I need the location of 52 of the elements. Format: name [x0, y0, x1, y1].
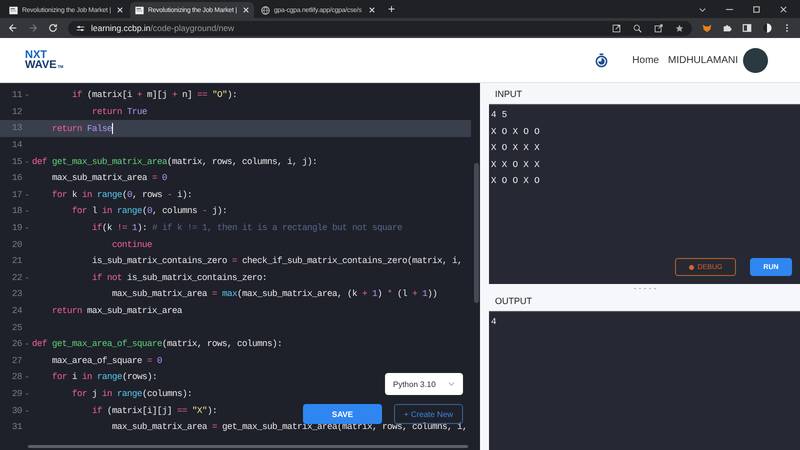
code-line: def get_max_sub_matrix_area(matrix, rows, columns, i, j):	[32, 156, 318, 167]
logo-text: WAVE	[25, 60, 57, 70]
code-line: if not is_sub_matrix_contains_zero:	[91, 272, 268, 283]
line-number: 20	[10, 240, 22, 250]
panel-title: OUTPUT	[494, 295, 533, 308]
address-bar[interactable]: learning.ccbp.in/code-playground/new	[68, 20, 692, 36]
logo-text: NXT	[25, 50, 47, 60]
code-line: for i in range(rows):	[51, 372, 158, 382]
line-number: 14	[10, 140, 22, 150]
panel-title: INPUT	[494, 88, 523, 101]
line-number: 23	[10, 289, 22, 300]
create-new-button[interactable]: + Create New	[394, 404, 463, 424]
new-tab-button[interactable]: +	[382, 2, 402, 16]
nav-link[interactable]: Home	[632, 54, 659, 66]
line-number: 26	[10, 339, 22, 350]
code-line: for j in range(columns):	[71, 388, 192, 399]
code-line: return True	[91, 106, 148, 117]
line-number: 12	[10, 106, 22, 117]
line-number: 25	[10, 322, 22, 333]
line-number: 24	[10, 306, 22, 316]
user-name[interactable]: MIDHULAMANI	[668, 54, 738, 66]
code-line: if (matrix[i + m][j + n] == "O"):	[71, 90, 238, 100]
code-line: max_area_of_square = 0	[51, 356, 162, 366]
code-line: for k in range(0, rows - i):	[51, 190, 192, 200]
code-line: for l in range(0, columns - j):	[71, 206, 228, 216]
line-number: 30	[10, 406, 22, 416]
line-number: 17	[10, 190, 22, 200]
line-number: 27	[10, 356, 22, 366]
code-line: return False	[51, 122, 114, 134]
line-number: 29	[10, 388, 22, 399]
code-line: max_sub_matrix_area = 0	[51, 173, 168, 184]
line-number: 11	[10, 90, 22, 100]
code-line: is_sub_matrix_contains_zero = check_if_sub_matrix_contains_zero(matrix, i,	[91, 256, 462, 266]
url-text: learning.ccbp.in/code-playground/new	[91, 23, 234, 33]
line-number: 31	[10, 422, 22, 432]
code-line: def get_max_area_of_square(matrix, rows, columns):	[32, 339, 282, 350]
language-dropdown[interactable]: Python 3.10	[385, 373, 463, 395]
line-number: 13	[10, 123, 22, 134]
line-number: 15	[10, 156, 22, 167]
line-number: 16	[10, 173, 22, 184]
output-panel: 4	[489, 311, 800, 450]
code-line: return max_sub_matrix_area	[51, 306, 182, 316]
line-number: 21	[10, 256, 22, 266]
line-number: 19	[10, 223, 22, 234]
line-number: 18	[10, 206, 22, 216]
line-number: 28	[10, 372, 22, 382]
save-button[interactable]: SAVE	[303, 404, 382, 424]
code-line: continue	[111, 240, 152, 250]
code-line: if (matrix[i][j] == "X"):	[91, 406, 218, 416]
line-number: 22	[10, 272, 22, 283]
code-line: if(k != 1): # if k != 1, then it is a rectangle but not square	[91, 223, 402, 234]
code-line: max_sub_matrix_area = max(max_sub_matrix_area, (k + 1) * (l + 1))	[111, 289, 438, 300]
